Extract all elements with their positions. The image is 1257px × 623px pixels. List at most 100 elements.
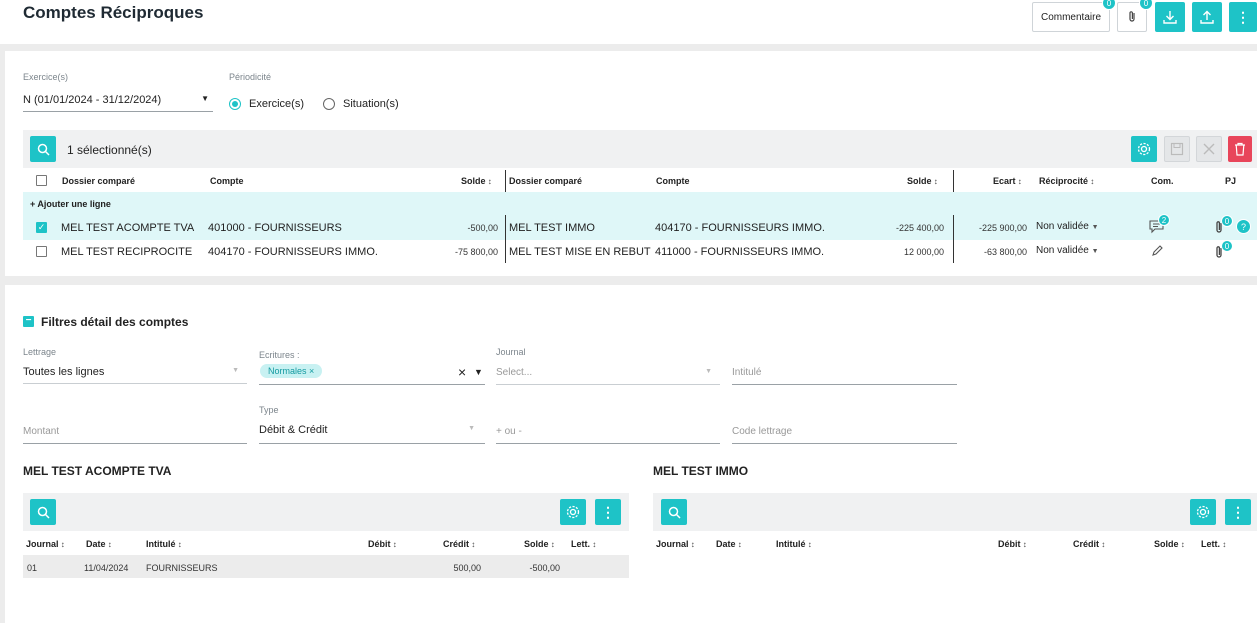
- plus-minus-input[interactable]: + ou -: [496, 426, 720, 444]
- col-compte2[interactable]: Compte: [656, 176, 690, 186]
- right-col-lett[interactable]: Lett.: [1201, 539, 1226, 549]
- floppy-icon: [1170, 142, 1184, 156]
- ecritures-chip-label: Normales: [268, 366, 307, 376]
- cancel-button[interactable]: [1196, 136, 1222, 162]
- col-dossier2[interactable]: Dossier comparé: [509, 176, 582, 186]
- right-col-journal[interactable]: Journal: [656, 539, 695, 549]
- radio-exercice-label: Exercice(s): [249, 98, 305, 110]
- save-button[interactable]: [1164, 136, 1190, 162]
- right-col-debit[interactable]: Débit: [998, 539, 1027, 549]
- left-row-solde: -500,00: [529, 563, 560, 573]
- right-settings-button[interactable]: [1190, 499, 1216, 525]
- comment-button-label: Commentaire: [1040, 11, 1102, 23]
- exercice-label: Exercice(s): [23, 72, 69, 82]
- delete-button[interactable]: [1228, 136, 1252, 162]
- right-col-date[interactable]: Date: [716, 539, 742, 549]
- row-ecart: -63 800,00: [983, 247, 1027, 257]
- left-row-credit: 500,00: [453, 563, 481, 573]
- montant-placeholder: Montant: [23, 426, 60, 437]
- left-col-credit[interactable]: Crédit: [443, 539, 475, 549]
- more-vertical-icon: ⋮: [1231, 503, 1245, 520]
- settings-button[interactable]: [1131, 136, 1157, 162]
- search-button[interactable]: [30, 136, 56, 162]
- pj-badge: 0: [1221, 215, 1233, 227]
- left-col-intitule[interactable]: Intitulé: [146, 539, 182, 549]
- journal-select[interactable]: Select... ▼: [496, 367, 720, 385]
- col-com: Com.: [1151, 176, 1174, 186]
- comment-badge: 2: [1158, 214, 1170, 226]
- close-icon: [1203, 143, 1215, 155]
- radio-situation[interactable]: [323, 98, 335, 110]
- download-button[interactable]: [1155, 2, 1185, 32]
- left-col-solde[interactable]: Solde: [524, 539, 555, 549]
- type-select[interactable]: Débit & Crédit ▼: [259, 424, 485, 444]
- select-all-checkbox[interactable]: [36, 175, 47, 186]
- collapse-icon[interactable]: −: [23, 316, 34, 327]
- right-col-credit[interactable]: Crédit: [1073, 539, 1105, 549]
- row-compte: 401000 - FOURNISSEURS: [208, 222, 342, 234]
- left-col-debit[interactable]: Débit: [368, 539, 397, 549]
- lettrage-select[interactable]: Toutes les lignes ▼: [23, 366, 247, 384]
- exercice-value: N (01/01/2024 - 31/12/2024): [23, 94, 162, 106]
- type-value: Débit & Crédit: [259, 424, 328, 436]
- gear-icon: [1196, 505, 1210, 519]
- code-lettrage-placeholder: Code lettrage: [732, 426, 793, 437]
- reciprocite-select[interactable]: Non validée ▼: [1036, 221, 1099, 232]
- caret-down-icon: ▼: [232, 367, 239, 374]
- upload-button[interactable]: [1192, 2, 1222, 32]
- caret-down-icon: ▼: [705, 368, 712, 375]
- row-checkbox[interactable]: ✓: [36, 222, 47, 233]
- row-checkbox[interactable]: [36, 246, 47, 257]
- help-badge[interactable]: ?: [1236, 219, 1251, 234]
- right-col-intitule[interactable]: Intitulé: [776, 539, 812, 549]
- col-compte[interactable]: Compte: [210, 176, 244, 186]
- intitule-input[interactable]: Intitulé: [732, 367, 957, 385]
- col-pj: PJ: [1225, 176, 1237, 186]
- left-col-journal[interactable]: Journal: [26, 539, 65, 549]
- code-lettrage-input[interactable]: Code lettrage: [732, 426, 957, 444]
- left-col-date[interactable]: Date: [86, 539, 112, 549]
- right-table-title: MEL TEST IMMO: [653, 464, 749, 478]
- right-more-button[interactable]: ⋮: [1225, 499, 1251, 525]
- left-settings-button[interactable]: [560, 499, 586, 525]
- caret-down-icon: ▼: [1091, 248, 1099, 255]
- more-vertical-icon: ⋮: [601, 503, 615, 520]
- reciprocite-select[interactable]: Non validée ▼: [1036, 245, 1099, 256]
- left-more-button[interactable]: ⋮: [595, 499, 621, 525]
- more-options-button[interactable]: ⋮: [1229, 2, 1257, 32]
- exercice-select[interactable]: N (01/01/2024 - 31/12/2024) ▼: [23, 94, 213, 112]
- comment-button[interactable]: Commentaire: [1032, 2, 1110, 32]
- chip-remove-icon[interactable]: ×: [309, 366, 314, 376]
- add-line-link[interactable]: + Ajouter une ligne: [30, 199, 111, 209]
- radio-exercice[interactable]: [229, 98, 241, 110]
- col-dossier[interactable]: Dossier comparé: [62, 176, 135, 186]
- ecritures-chip[interactable]: Normales ×: [260, 364, 323, 378]
- row-dossier: MEL TEST RECIPROCITE: [61, 246, 193, 258]
- col-solde[interactable]: Solde: [461, 176, 492, 186]
- row-dossier2: MEL TEST IMMO: [509, 222, 595, 234]
- col-solde2[interactable]: Solde: [907, 176, 938, 186]
- ecritures-label: Ecritures :: [259, 350, 300, 360]
- clear-icon[interactable]: ×: [458, 364, 466, 380]
- left-row-journal: 01: [27, 563, 38, 573]
- pencil-icon[interactable]: [1151, 244, 1164, 260]
- left-search-button[interactable]: [30, 499, 56, 525]
- journal-label: Journal: [496, 347, 526, 357]
- left-col-lett[interactable]: Lett.: [571, 539, 596, 549]
- left-table-title: MEL TEST ACOMPTE TVA: [23, 464, 172, 478]
- montant-input[interactable]: Montant: [23, 426, 247, 444]
- paperclip-icon: [1129, 11, 1135, 22]
- caret-down-icon[interactable]: ▼: [474, 367, 483, 377]
- col-ecart[interactable]: Ecart: [993, 176, 1022, 186]
- pj-badge: 0: [1221, 240, 1233, 252]
- periodicite-label: Périodicité: [229, 72, 272, 82]
- left-row-date: 11/04/2024: [84, 563, 129, 573]
- caret-down-icon: ▼: [201, 94, 209, 103]
- column-separator: [505, 170, 506, 192]
- right-col-solde[interactable]: Solde: [1154, 539, 1185, 549]
- detail-section-title: Filtres détail des comptes: [41, 315, 189, 329]
- right-search-button[interactable]: [661, 499, 687, 525]
- reciprocite-value: Non validée: [1036, 221, 1089, 232]
- row-compte2: 404170 - FOURNISSEURS IMMO.: [655, 222, 825, 234]
- col-reciprocite[interactable]: Réciprocité: [1039, 176, 1094, 186]
